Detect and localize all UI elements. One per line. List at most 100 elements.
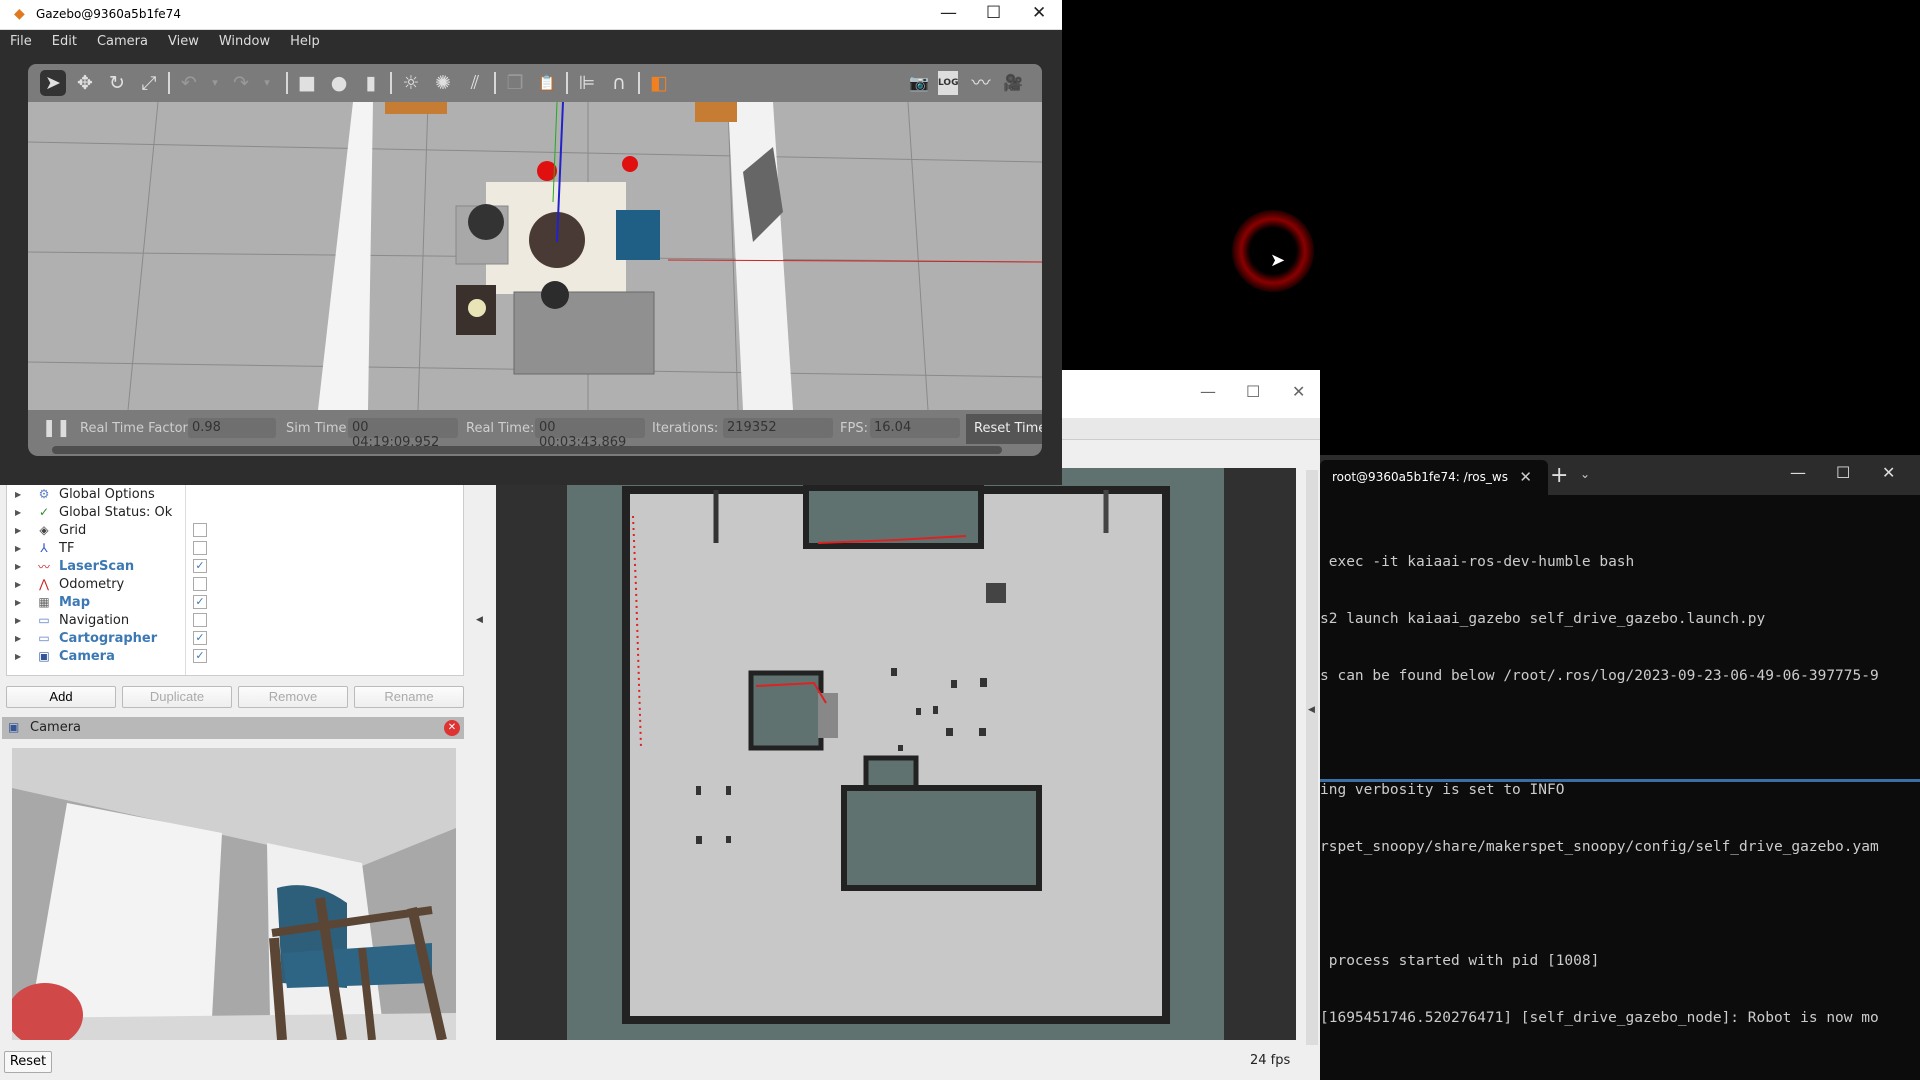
expand-arrow-icon[interactable]: ▶ xyxy=(15,616,23,625)
duplicate-display-button[interactable]: Duplicate xyxy=(122,686,232,708)
pause-icon[interactable]: ❚❚ xyxy=(42,418,71,438)
display-type-icon: ▭ xyxy=(38,631,50,645)
terminal-line: rspet_snoopy/share/makerspet_snoopy/conf… xyxy=(1320,839,1879,855)
display-item-odometry[interactable]: ▶ ⋀ Odometry xyxy=(7,575,187,593)
rviz-maximize-button[interactable]: ☐ xyxy=(1246,382,1260,401)
spot-light-icon[interactable]: ✺ xyxy=(430,70,456,96)
plot-icon[interactable]: 〰 xyxy=(968,70,994,96)
expand-arrow-icon[interactable]: ▶ xyxy=(15,562,23,571)
sim-time-value: 00 04:19:09.952 xyxy=(348,418,458,450)
display-item-tf[interactable]: ▶ ⅄ TF xyxy=(7,539,187,557)
gazebo-scene xyxy=(28,102,1042,410)
gazebo-close-button[interactable]: ✕ xyxy=(1032,3,1046,23)
rviz-minimize-button[interactable]: — xyxy=(1200,382,1216,401)
map-obstacle xyxy=(818,693,838,738)
expand-arrow-icon[interactable]: ▶ xyxy=(15,580,23,589)
close-tab-icon[interactable]: ✕ xyxy=(1519,468,1532,486)
record-video-icon[interactable]: 🎥 xyxy=(1000,70,1026,96)
real-time-factor-value: 0.98 xyxy=(188,418,276,438)
fps-label: FPS: xyxy=(840,421,868,436)
terminal-minimize-button[interactable]: — xyxy=(1790,463,1806,482)
collapse-arrow-icon[interactable]: ◀ xyxy=(1308,705,1315,715)
reset-button[interactable]: Reset xyxy=(4,1051,52,1073)
terminal-close-button[interactable]: ✕ xyxy=(1882,463,1895,482)
rename-display-button[interactable]: Rename xyxy=(354,686,464,708)
align-icon[interactable]: ⊫ xyxy=(574,70,600,96)
display-item-cartographer[interactable]: ▶ ▭ Cartographer xyxy=(7,629,187,647)
iterations-value: 219352 xyxy=(723,418,833,438)
terminal-tab[interactable]: root@9360a5b1fe74: /ros_ws ✕ xyxy=(1320,460,1548,495)
display-enabled-checkbox[interactable]: ✓ xyxy=(193,595,207,609)
undo-icon[interactable]: ↶ xyxy=(176,70,202,96)
menu-camera[interactable]: Camera xyxy=(87,31,158,55)
remove-display-button[interactable]: Remove xyxy=(238,686,348,708)
display-enabled-checkbox[interactable]: ✓ xyxy=(193,631,207,645)
expand-arrow-icon[interactable]: ▶ xyxy=(15,544,23,553)
expand-arrow-icon[interactable]: ▶ xyxy=(15,526,23,535)
undo-dropdown-icon[interactable]: ▾ xyxy=(202,70,228,96)
snap-icon[interactable]: ∩ xyxy=(606,70,632,96)
menu-window[interactable]: Window xyxy=(209,31,280,55)
log-icon[interactable]: LOG xyxy=(938,71,958,95)
gazebo-maximize-button[interactable]: ☐ xyxy=(986,3,1001,23)
box-shape-icon[interactable]: ■ xyxy=(294,70,320,96)
rotate-mode-icon[interactable]: ↻ xyxy=(104,70,130,96)
close-panel-icon[interactable]: ✕ xyxy=(444,720,460,736)
gazebo-minimize-button[interactable]: — xyxy=(940,3,957,23)
gazebo-3d-viewport[interactable] xyxy=(28,102,1042,410)
terminal-output[interactable]: exec -it kaiaai-ros-dev-humble bash s2 l… xyxy=(1320,515,1920,1066)
display-enabled-checkbox[interactable] xyxy=(193,541,207,555)
timeline-scrollbar[interactable] xyxy=(52,446,1002,454)
display-item-map[interactable]: ▶ ▦ Map xyxy=(7,593,187,611)
directional-light-icon[interactable]: ⫽ xyxy=(462,70,488,96)
display-enabled-checkbox[interactable]: ✓ xyxy=(193,559,207,573)
add-display-button[interactable]: Add xyxy=(6,686,116,708)
display-item-camera[interactable]: ▶ ▣ Camera xyxy=(7,647,187,665)
menu-edit[interactable]: Edit xyxy=(42,31,87,55)
expand-arrow-icon[interactable]: ▶ xyxy=(15,490,23,499)
sim-time-label: Sim Time: xyxy=(286,421,351,436)
cylinder-shape-icon[interactable]: ▮ xyxy=(358,70,384,96)
translate-mode-icon[interactable]: ✥ xyxy=(72,70,98,96)
rviz-close-button[interactable]: ✕ xyxy=(1292,382,1305,401)
terminal-maximize-button[interactable]: ☐ xyxy=(1836,463,1850,482)
tab-dropdown-icon[interactable]: ⌄ xyxy=(1580,467,1590,481)
display-item-global-status-ok[interactable]: ▶ ✓ Global Status: Ok xyxy=(7,503,187,521)
red-ball xyxy=(622,156,638,172)
display-enabled-checkbox[interactable] xyxy=(193,577,207,591)
screenshot-icon[interactable]: 📷 xyxy=(906,70,932,96)
expand-arrow-icon[interactable]: ▶ xyxy=(15,508,23,517)
paste-icon[interactable]: 📋 xyxy=(534,70,560,96)
menu-view[interactable]: View xyxy=(158,31,209,55)
menu-file[interactable]: File xyxy=(0,31,42,55)
display-item-navigation[interactable]: ▶ ▭ Navigation xyxy=(7,611,187,629)
display-item-grid[interactable]: ▶ ◈ Grid xyxy=(7,521,187,539)
display-item-laserscan[interactable]: ▶ 〰 LaserScan xyxy=(7,557,187,575)
display-item-global-options[interactable]: ▶ ⚙ Global Options xyxy=(7,485,187,503)
lamp xyxy=(468,299,486,317)
display-enabled-checkbox[interactable] xyxy=(193,613,207,627)
expand-arrow-icon[interactable]: ▶ xyxy=(15,634,23,643)
expand-arrow-icon[interactable]: ▶ xyxy=(15,598,23,607)
rviz-right-dock-handle[interactable]: ◀ xyxy=(1306,470,1318,1045)
rviz-3d-view[interactable] xyxy=(496,468,1296,1040)
expand-arrow-icon[interactable]: ▶ xyxy=(15,652,23,661)
view-angle-icon[interactable]: ◧ xyxy=(646,70,672,96)
menu-help[interactable]: Help xyxy=(280,31,330,55)
rviz-title-bar: — ☐ ✕ xyxy=(1062,370,1320,418)
display-enabled-checkbox[interactable] xyxy=(193,523,207,537)
sphere-shape-icon[interactable]: ● xyxy=(326,70,352,96)
display-enabled-checkbox[interactable]: ✓ xyxy=(193,649,207,663)
redo-icon[interactable]: ↷ xyxy=(228,70,254,96)
collapse-left-dock-icon[interactable]: ◀ xyxy=(476,615,483,625)
new-tab-button[interactable]: + xyxy=(1550,463,1568,488)
redo-dropdown-icon[interactable]: ▾ xyxy=(254,70,280,96)
point-light-icon[interactable]: ☼ xyxy=(398,70,424,96)
camera-panel-header: ▣ Camera ✕ xyxy=(2,717,464,739)
gazebo-menu-bar: File Edit Camera View Window Help xyxy=(0,31,1062,55)
reset-time-button[interactable]: Reset Time xyxy=(966,414,1042,444)
select-mode-icon[interactable]: ➤ xyxy=(40,70,66,96)
copy-icon[interactable]: ❐ xyxy=(502,70,528,96)
scale-mode-icon[interactable]: ⤢ xyxy=(136,70,162,96)
